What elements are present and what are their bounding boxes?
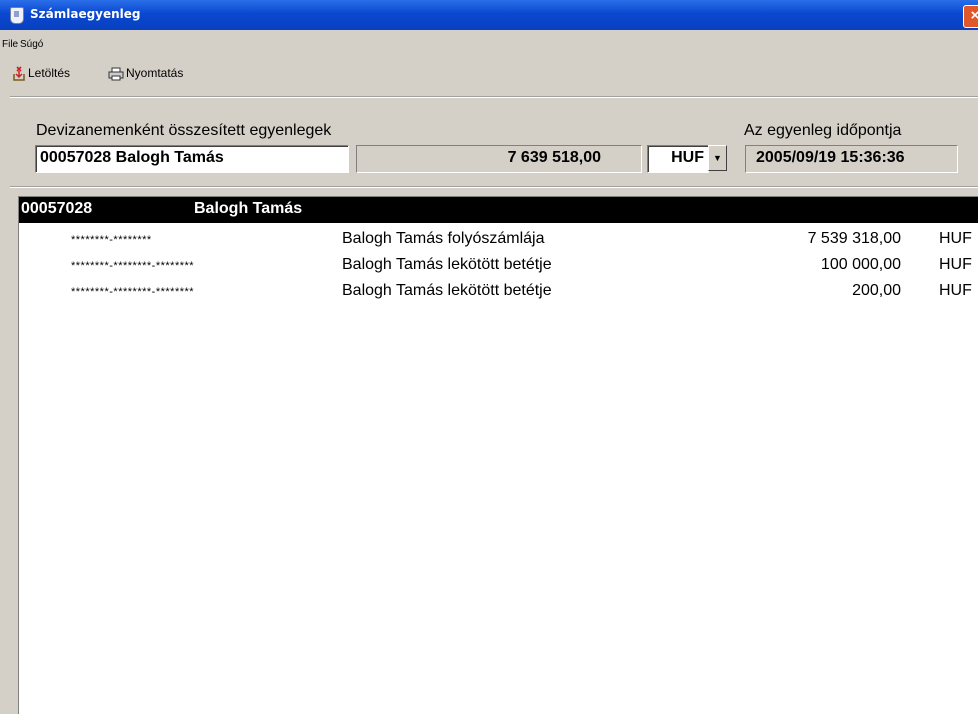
account-balance: 200,00: [852, 282, 901, 299]
account-description: Balogh Tamás lekötött betétje: [342, 282, 552, 299]
menu-help[interactable]: Súgó: [20, 39, 43, 50]
client-field[interactable]: 00057028 Balogh Tamás: [35, 145, 349, 173]
client-group-header[interactable]: 00057028 Balogh Tamás: [19, 197, 978, 223]
date-label: Az egyenleg időpontja: [744, 122, 902, 139]
menu-file[interactable]: File: [2, 39, 18, 50]
account-number: ********-********-********: [71, 286, 195, 298]
account-description: Balogh Tamás lekötött betétje: [342, 256, 552, 273]
window-title: Számlaegyenleg: [30, 7, 141, 21]
print-label: Nyomtatás: [126, 66, 184, 80]
account-balance: 100 000,00: [820, 256, 901, 273]
dropdown-arrow-icon[interactable]: ▼: [708, 145, 727, 171]
toolbar: Letöltés Nyomtatás: [0, 56, 978, 90]
download-label: Letöltés: [28, 66, 71, 81]
account-currency: HUF: [939, 256, 972, 273]
account-row[interactable]: ********-********-******** Balogh Tamás …: [19, 279, 978, 305]
menu-bar: File Súgó: [0, 30, 978, 56]
title-bar: Számlaegyenleg ×: [0, 0, 978, 30]
account-balance: 7 539 318,00: [807, 230, 901, 247]
document-icon: [10, 7, 24, 24]
total-balance-field: 7 639 518,00: [356, 145, 642, 173]
separator: [10, 186, 978, 188]
account-currency: HUF: [939, 230, 972, 247]
currency-select[interactable]: HUF: [647, 145, 709, 173]
print-button[interactable]: Nyomtatás: [108, 66, 183, 81]
account-row[interactable]: ********-********-******** Balogh Tamás …: [19, 253, 978, 279]
account-number: ********-********: [71, 234, 152, 246]
account-number: ********-********-********: [71, 260, 195, 272]
account-description: Balogh Tamás folyószámlája: [342, 230, 545, 247]
summary-label: Devizanemenként összesített egyenlegek: [36, 122, 332, 139]
download-icon: [13, 66, 25, 81]
account-row[interactable]: ********-******** Balogh Tamás folyószám…: [19, 227, 978, 253]
download-button[interactable]: Letöltés: [12, 66, 70, 82]
account-currency: HUF: [939, 282, 972, 299]
client-name: Balogh Tamás: [194, 200, 303, 217]
client-id: 00057028: [21, 200, 93, 217]
printer-icon: [108, 67, 124, 81]
separator: [10, 96, 978, 98]
account-list: 00057028 Balogh Tamás ********-******** …: [18, 196, 978, 714]
balance-datetime-field: 2005/09/19 15:36:36: [745, 145, 958, 173]
close-button[interactable]: ×: [963, 5, 978, 28]
